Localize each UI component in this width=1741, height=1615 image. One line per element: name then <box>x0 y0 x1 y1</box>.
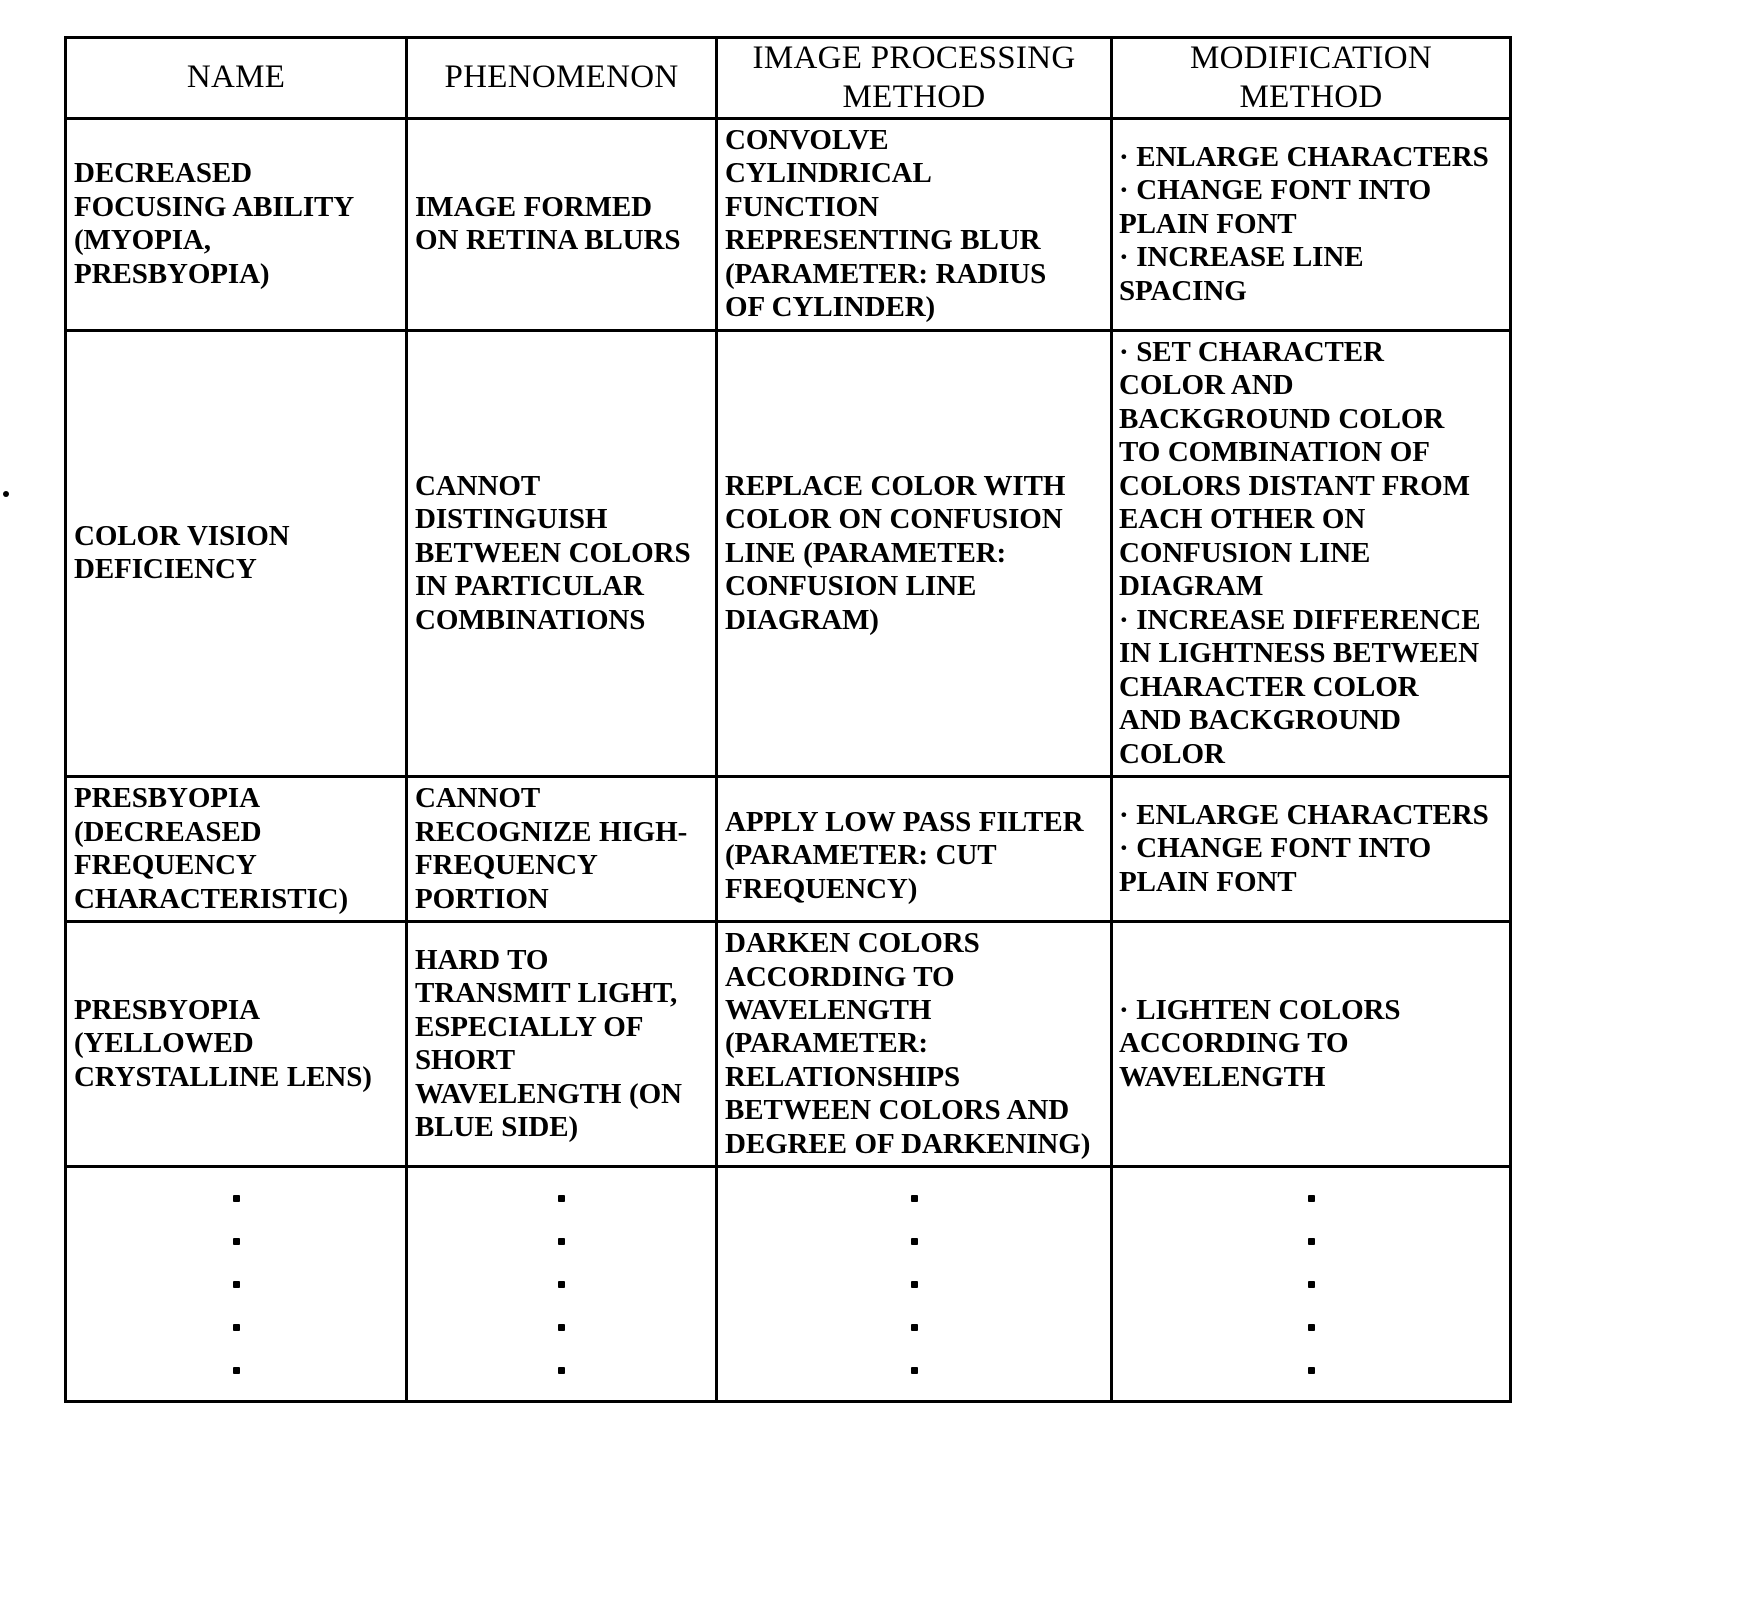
cell-phenomenon: CANNOT RECOGNIZE HIGH- FREQUENCY PORTION <box>405 775 718 924</box>
cell-text-image-processing: DARKEN COLORS ACCORDING TO WAVELENGTH (P… <box>725 927 1091 1160</box>
vertical-ellipsis-icon <box>408 1171 715 1398</box>
cell-continuation-image-processing <box>715 1165 1113 1404</box>
cell-modification: · SET CHARACTER COLOR AND BACKGROUND COL… <box>1110 328 1512 779</box>
cell-modification: · ENLARGE CHARACTERS · CHANGE FONT INTO … <box>1110 775 1512 924</box>
cell-continuation-phenomenon <box>405 1165 718 1404</box>
cell-continuation-modification <box>1110 1165 1512 1404</box>
cell-text-modification: · LIGHTEN COLORS ACCORDING TO WAVELENGTH <box>1119 993 1401 1093</box>
cell-text-phenomenon: HARD TO TRANSMIT LIGHT, ESPECIALLY OF SH… <box>415 943 682 1144</box>
cell-text-image-processing: CONVOLVE CYLINDRICAL FUNCTION REPRESENTI… <box>725 123 1047 324</box>
cell-text-phenomenon: CANNOT DISTINGUISH BETWEEN COLORS IN PAR… <box>415 469 691 636</box>
table-row: PRESBYOPIA (DECREASED FREQUENCY CHARACTE… <box>64 775 1512 924</box>
cell-phenomenon: IMAGE FORMED ON RETINA BLURS <box>405 116 718 332</box>
vertical-ellipsis-icon <box>1113 1171 1509 1398</box>
table-row: COLOR VISION DEFICIENCY CANNOT DISTINGUI… <box>64 328 1512 779</box>
table-row: DECREASED FOCUSING ABILITY (MYOPIA, PRES… <box>64 116 1512 332</box>
vertical-ellipsis-icon <box>67 1171 405 1398</box>
cell-text-modification: · SET CHARACTER COLOR AND BACKGROUND COL… <box>1119 335 1481 770</box>
cell-text-image-processing: REPLACE COLOR WITH COLOR ON CONFUSION LI… <box>725 469 1066 636</box>
accessibility-methods-table-container: NAME PHENOMENON IMAGE PROCESSING METHOD … <box>64 36 1512 1404</box>
cell-phenomenon: HARD TO TRANSMIT LIGHT, ESPECIALLY OF SH… <box>405 920 718 1169</box>
table-row: PRESBYOPIA (YELLOWED CRYSTALLINE LENS) H… <box>64 920 1512 1169</box>
cell-text-name: PRESBYOPIA (DECREASED FREQUENCY CHARACTE… <box>74 782 349 915</box>
cell-modification: · LIGHTEN COLORS ACCORDING TO WAVELENGTH <box>1110 920 1512 1169</box>
cell-modification: · ENLARGE CHARACTERS · CHANGE FONT INTO … <box>1110 116 1512 332</box>
column-header-name: NAME <box>64 36 408 120</box>
cell-continuation-name <box>64 1165 408 1404</box>
vertical-ellipsis-icon <box>718 1171 1110 1398</box>
cell-text-name: PRESBYOPIA (YELLOWED CRYSTALLINE LENS) <box>74 993 372 1093</box>
cell-image-processing: DARKEN COLORS ACCORDING TO WAVELENGTH (P… <box>715 920 1113 1169</box>
column-header-modification: MODIFICATION METHOD <box>1110 36 1512 120</box>
cell-text-phenomenon: CANNOT RECOGNIZE HIGH- FREQUENCY PORTION <box>415 782 688 915</box>
column-header-image-processing: IMAGE PROCESSING METHOD <box>715 36 1113 120</box>
cell-image-processing: REPLACE COLOR WITH COLOR ON CONFUSION LI… <box>715 328 1113 779</box>
cell-text-modification: · ENLARGE CHARACTERS · CHANGE FONT INTO … <box>1119 798 1489 898</box>
table-header-row: NAME PHENOMENON IMAGE PROCESSING METHOD … <box>64 36 1512 120</box>
table-body: DECREASED FOCUSING ABILITY (MYOPIA, PRES… <box>64 116 1512 1404</box>
cell-name: PRESBYOPIA (YELLOWED CRYSTALLINE LENS) <box>64 920 408 1169</box>
accessibility-methods-table: NAME PHENOMENON IMAGE PROCESSING METHOD … <box>64 36 1512 1404</box>
cell-text-image-processing: APPLY LOW PASS FILTER (PARAMETER: CUT FR… <box>725 805 1084 905</box>
cell-image-processing: APPLY LOW PASS FILTER (PARAMETER: CUT FR… <box>715 775 1113 924</box>
patent-table-page: NAME PHENOMENON IMAGE PROCESSING METHOD … <box>0 0 1741 1615</box>
cell-text-modification: · ENLARGE CHARACTERS · CHANGE FONT INTO … <box>1119 140 1489 307</box>
cell-text-name: DECREASED FOCUSING ABILITY (MYOPIA, PRES… <box>74 157 355 290</box>
table-header: NAME PHENOMENON IMAGE PROCESSING METHOD … <box>64 36 1512 120</box>
cell-text-phenomenon: IMAGE FORMED ON RETINA BLURS <box>415 190 681 257</box>
table-continuation-row <box>64 1165 1512 1404</box>
cell-image-processing: CONVOLVE CYLINDRICAL FUNCTION REPRESENTI… <box>715 116 1113 332</box>
cell-name: PRESBYOPIA (DECREASED FREQUENCY CHARACTE… <box>64 775 408 924</box>
cell-name: DECREASED FOCUSING ABILITY (MYOPIA, PRES… <box>64 116 408 332</box>
scan-speckle <box>3 491 9 497</box>
cell-name: COLOR VISION DEFICIENCY <box>64 328 408 779</box>
cell-text-name: COLOR VISION DEFICIENCY <box>74 519 290 586</box>
cell-phenomenon: CANNOT DISTINGUISH BETWEEN COLORS IN PAR… <box>405 328 718 779</box>
column-header-phenomenon: PHENOMENON <box>405 36 718 120</box>
